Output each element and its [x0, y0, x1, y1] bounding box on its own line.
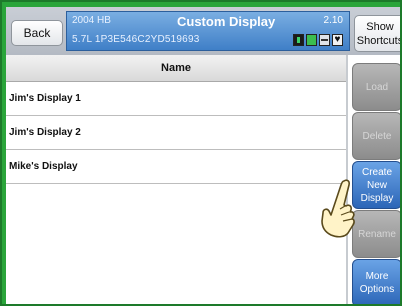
app-screen: Back 2004 HB Custom Display 2.10 5.7L 1P…: [6, 7, 400, 304]
connection-icon: [306, 34, 317, 46]
version-label: 2.10: [323, 15, 343, 26]
signal-icon: [319, 34, 330, 46]
window-frame: Back 2004 HB Custom Display 2.10 5.7L 1P…: [0, 0, 402, 306]
page-title: Custom Display: [177, 14, 276, 29]
more-options-button[interactable]: More Options: [352, 259, 400, 304]
load-button[interactable]: Load: [352, 63, 400, 111]
list-item[interactable]: Jim's Display 1: [6, 82, 346, 116]
show-shortcuts-button[interactable]: Show Shortcuts: [354, 15, 400, 52]
rename-button[interactable]: Rename: [352, 210, 400, 258]
hand-pointer-icon: [321, 179, 355, 238]
list-item[interactable]: Mike's Display: [6, 150, 346, 184]
display-list: Jim's Display 1 Jim's Display 2 Mike's D…: [6, 82, 346, 184]
back-button[interactable]: Back: [11, 20, 63, 46]
heart-icon: ♥: [332, 34, 343, 46]
status-icons: ♥: [293, 34, 343, 46]
header-bar: Back 2004 HB Custom Display 2.10 5.7L 1P…: [6, 7, 400, 55]
battery-icon: [293, 34, 304, 46]
delete-button[interactable]: Delete: [352, 112, 400, 160]
name-column-header: Name: [6, 55, 346, 82]
title-bar: 2004 HB Custom Display 2.10 5.7L 1P3E546…: [66, 11, 350, 51]
create-new-display-button[interactable]: Create New Display: [352, 161, 400, 209]
vehicle-year-model: 2004 HB: [72, 15, 111, 26]
list-empty-area: [6, 184, 346, 304]
list-item[interactable]: Jim's Display 2: [6, 116, 346, 150]
engine-vin-label: 5.7L 1P3E546C2YD519693: [72, 34, 200, 45]
